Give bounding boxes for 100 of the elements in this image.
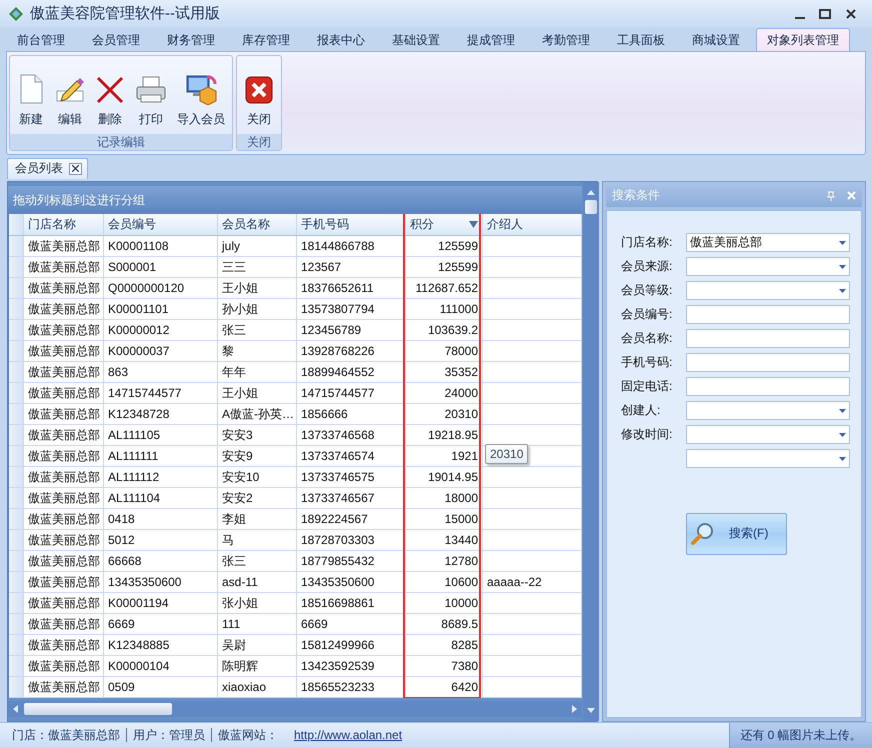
row-selector[interactable] [9, 676, 24, 697]
minimize-icon [795, 16, 805, 19]
new-button[interactable]: 新建 [12, 59, 50, 134]
table-cell: 傲蓝美丽总部 [24, 508, 104, 529]
dropdown-field[interactable] [686, 449, 850, 468]
search-button[interactable]: 搜索(F) [686, 512, 787, 555]
status-text: 傲蓝网站： [217, 726, 279, 744]
table-cell: 18728703303 [297, 530, 406, 550]
table-cell: 14715744577 [297, 382, 406, 403]
document-tab[interactable]: 会员列表 [7, 158, 88, 179]
dropdown-field[interactable] [686, 401, 850, 420]
table-cell: 傲蓝美丽总部 [24, 340, 104, 361]
row-selector[interactable] [9, 656, 24, 676]
row-selector[interactable] [9, 424, 24, 445]
table-cell: 0418 [104, 508, 218, 529]
column-header[interactable]: 门店名称 [24, 214, 104, 235]
table-cell: 24000 [406, 382, 483, 403]
row-selector[interactable] [9, 278, 24, 298]
row-selector[interactable] [9, 404, 24, 424]
table-cell: 傲蓝美丽总部 [24, 362, 104, 382]
table-cell: K00001194 [104, 592, 218, 613]
input-field[interactable] [686, 329, 850, 348]
menu-tab[interactable]: 前台管理 [6, 28, 76, 52]
table-cell: 张三 [218, 320, 297, 340]
close-icon [845, 8, 857, 20]
field-label: 会员编号: [621, 306, 674, 324]
table-cell: A傲蓝-孙英… [218, 404, 297, 424]
close-button[interactable]: 关闭 [239, 59, 279, 134]
row-selector[interactable] [9, 530, 24, 550]
input-field[interactable] [686, 377, 850, 396]
maximize-icon [819, 8, 831, 20]
menu-tab[interactable]: 提成管理 [456, 28, 526, 52]
row-selector[interactable] [9, 382, 24, 403]
import-button[interactable]: 导入会员 [172, 59, 230, 134]
menu-tab[interactable]: 对象列表管理 [756, 28, 850, 52]
row-selector[interactable] [9, 466, 24, 487]
pin-icon [827, 190, 835, 201]
input-field[interactable] [686, 353, 850, 372]
row-selector[interactable] [9, 488, 24, 508]
row-selector[interactable] [9, 298, 24, 319]
column-header[interactable]: 手机号码 [297, 214, 406, 235]
table-cell: 66668 [104, 550, 218, 571]
table-cell: 6669 [104, 614, 218, 634]
menu-tab[interactable]: 库存管理 [231, 28, 301, 52]
menu-tab[interactable]: 商城设置 [681, 28, 751, 52]
table-cell: 傲蓝美丽总部 [24, 614, 104, 634]
menu-tab[interactable]: 会员管理 [81, 28, 151, 52]
close-tab-button[interactable] [69, 162, 82, 175]
column-header[interactable]: 积分 [406, 214, 483, 235]
print-button[interactable]: 打印 [130, 59, 172, 134]
menu-tab[interactable]: 基础设置 [381, 28, 451, 52]
row-selector[interactable] [9, 340, 24, 361]
pin-button[interactable] [827, 190, 835, 201]
scrollbar-thumb[interactable] [24, 702, 172, 715]
menu-tab[interactable]: 报表中心 [306, 28, 376, 52]
status-text: 用户：管理员 [132, 726, 206, 744]
delete-button[interactable]: 删除 [90, 59, 130, 134]
row-selector[interactable] [9, 362, 24, 382]
table-cell: 19218.95 [406, 424, 483, 445]
dropdown-field[interactable]: 傲蓝美丽总部 [686, 233, 850, 252]
field-label: 会员来源: [621, 258, 674, 276]
field-label: 固定电话: [621, 378, 674, 396]
column-header[interactable]: 会员编号 [104, 214, 218, 235]
scrollbar-thumb[interactable] [585, 200, 597, 214]
row-selector[interactable] [9, 320, 24, 340]
input-field[interactable] [686, 305, 850, 324]
table-cell: 安安10 [218, 466, 297, 487]
edit-button[interactable]: 编辑 [50, 59, 90, 134]
row-selector[interactable] [9, 592, 24, 613]
row-selector[interactable] [9, 634, 24, 655]
table-cell: K00000104 [104, 656, 218, 676]
table-cell: 8689.5 [406, 614, 483, 634]
table-cell: 吴尉 [218, 634, 297, 655]
table-cell: 李姐 [218, 508, 297, 529]
close-icon [244, 75, 274, 106]
column-header[interactable]: 介绍人 [483, 214, 582, 235]
row-selector[interactable] [9, 236, 24, 256]
menu-tab[interactable]: 工具面板 [606, 28, 676, 52]
menu-tab[interactable]: 财务管理 [156, 28, 226, 52]
row-selector[interactable] [9, 256, 24, 277]
dropdown-field[interactable] [686, 281, 850, 300]
dropdown-field[interactable] [686, 425, 850, 444]
row-selector[interactable] [9, 508, 24, 529]
table-cell: 6420 [406, 676, 483, 697]
dropdown-field[interactable] [686, 257, 850, 276]
table-cell: 15000 [406, 508, 483, 529]
row-selector[interactable] [9, 572, 24, 592]
table-cell: S000001 [104, 256, 218, 277]
row-selector[interactable] [9, 446, 24, 466]
website-link[interactable]: http://www.aolan.net [294, 728, 402, 742]
row-selector[interactable] [9, 550, 24, 571]
column-header[interactable]: 会员名称 [218, 214, 297, 235]
menu-tab[interactable]: 考勤管理 [531, 28, 601, 52]
table-cell: 15812499966 [297, 634, 406, 655]
table-cell: 傲蓝美丽总部 [24, 488, 104, 508]
dropdown-arrow-icon [839, 408, 846, 413]
table-cell: 傲蓝美丽总部 [24, 424, 104, 445]
computer-box-icon [185, 73, 217, 106]
row-selector[interactable] [9, 614, 24, 634]
sort-descending-icon [469, 220, 478, 228]
